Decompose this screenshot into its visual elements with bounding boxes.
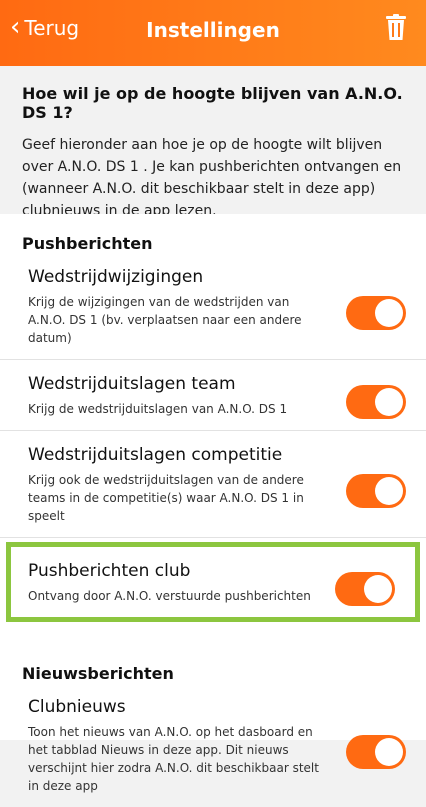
highlight-frame: Pushberichten club Ontvang door A.N.O. v… — [6, 542, 420, 622]
setting-title: Wedstrijduitslagen team — [28, 374, 236, 394]
setting-description: Krijg ook de wedstrijduitslagen van de a… — [28, 473, 304, 523]
section-title-push: Pushberichten — [22, 234, 153, 253]
setting-title: Wedstrijdwijzigingen — [28, 267, 204, 287]
setting-description: Krijg de wedstrijduitslagen van A.N.O. D… — [28, 402, 288, 416]
toggle-pushberichten-club[interactable] — [335, 572, 395, 606]
intro-title: Hoe wil je op de hoogte blijven van A.N.… — [22, 84, 403, 122]
section-title-news: Nieuwsberichten — [22, 664, 174, 683]
setting-description: Krijg de wijzigingen van de wedstrijden … — [28, 295, 302, 345]
top-bar: ‹ Terug Instellingen — [0, 0, 426, 66]
settings-list: Pushberichten Wedstrijdwijzigingen Krijg… — [0, 214, 426, 793]
setting-description: Ontvang door A.N.O. verstuurde pushberic… — [28, 589, 311, 603]
trash-icon[interactable] — [386, 14, 406, 40]
setting-title: Clubnieuws — [28, 697, 126, 717]
page-title: Instellingen — [146, 18, 280, 42]
setting-row-clubnieuws: Clubnieuws Toon het nieuws van A.N.O. op… — [0, 683, 426, 807]
setting-title: Pushberichten club — [28, 561, 191, 581]
setting-description: Toon het nieuws van A.N.O. op het dasboa… — [28, 725, 319, 793]
intro-section: Hoe wil je op de hoogte blijven van A.N.… — [0, 66, 426, 219]
intro-text: Geef hieronder aan hoe je op de hoogte w… — [22, 137, 402, 219]
setting-row-wedstrijdwijzigingen: Wedstrijdwijzigingen Krijg de wijziginge… — [0, 253, 426, 360]
setting-row-wedstrijduitslagen-team: Wedstrijduitslagen team Krijg de wedstri… — [0, 360, 426, 431]
toggle-wedstrijduitslagen-competitie[interactable] — [346, 474, 406, 508]
setting-row-wedstrijduitslagen-competitie: Wedstrijduitslagen competitie Krijg ook … — [0, 431, 426, 538]
setting-row-pushberichten-club: Pushberichten club Ontvang door A.N.O. v… — [11, 547, 415, 617]
setting-title: Wedstrijduitslagen competitie — [28, 445, 283, 465]
toggle-clubnieuws[interactable] — [346, 735, 406, 769]
toggle-wedstrijduitslagen-team[interactable] — [346, 385, 406, 419]
toggle-wedstrijdwijzigingen[interactable] — [346, 296, 406, 330]
